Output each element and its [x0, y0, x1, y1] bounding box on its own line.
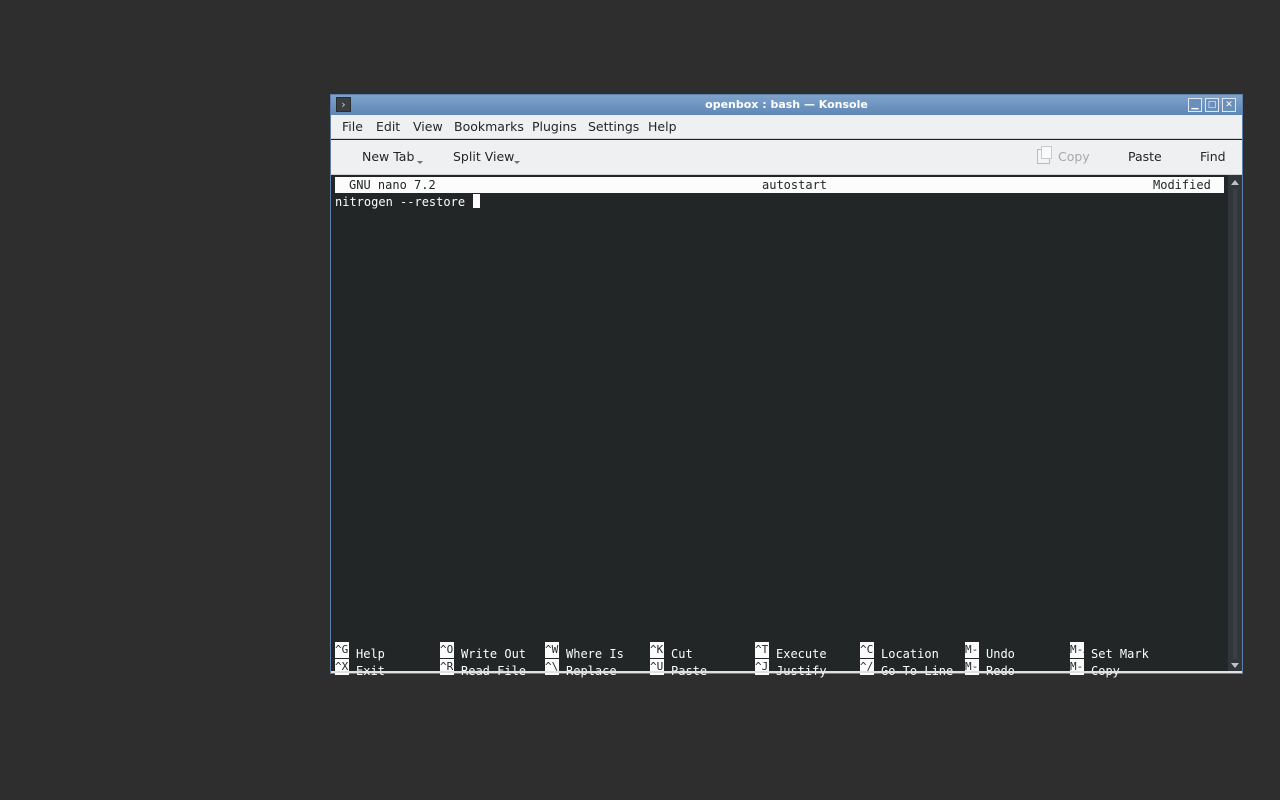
shortcut-location: ^C Location — [860, 642, 939, 661]
scroll-up-arrow-icon[interactable] — [1231, 180, 1239, 185]
paste-button[interactable]: Paste — [1128, 140, 1162, 173]
nano-version: GNU nano 7.2 — [349, 178, 436, 192]
shortcut-write-out: ^O Write Out — [440, 642, 526, 661]
menu-view[interactable]: View — [413, 115, 443, 138]
maximize-button[interactable]: □ — [1205, 98, 1219, 112]
shortcut-where-is: ^W Where Is — [545, 642, 624, 661]
editor-line-text: nitrogen --restore — [335, 195, 473, 209]
nano-title-bar: GNU nano 7.2 autostart Modified — [335, 177, 1224, 193]
shortcut-key: M-U — [965, 642, 979, 658]
shortcut-cut: ^K Cut — [650, 642, 693, 661]
menu-file[interactable]: File — [342, 115, 363, 138]
new-tab-dropdown-icon[interactable] — [417, 161, 423, 164]
shortcut-help: ^G Help — [335, 642, 385, 661]
shortcut-key: ^C — [860, 642, 874, 658]
shortcut-execute: ^T Execute — [755, 642, 827, 661]
shortcut-undo: M-UUndo — [965, 642, 1015, 661]
editor-line[interactable]: nitrogen --restore — [335, 194, 481, 210]
terminal-view[interactable]: GNU nano 7.2 autostart Modified nitrogen… — [331, 175, 1228, 678]
shortcut-key: ^G — [335, 642, 349, 658]
scrollbar-track[interactable] — [1233, 189, 1237, 659]
nano-filename: autostart — [762, 178, 828, 192]
close-button[interactable]: ✕ — [1222, 98, 1236, 112]
split-view-dropdown-icon[interactable] — [514, 161, 520, 164]
shortcut-key: ^O — [440, 642, 454, 658]
shortcut-key: M-A — [1070, 642, 1084, 658]
horizontal-divider — [331, 671, 1242, 673]
text-cursor — [473, 194, 481, 208]
find-button[interactable]: Find — [1200, 140, 1226, 173]
nano-status: Modified — [1153, 178, 1211, 192]
menu-settings[interactable]: Settings — [588, 115, 639, 138]
shortcut-key: ^K — [650, 642, 664, 658]
window-title: openbox : bash — Konsole — [705, 98, 868, 111]
menu-bar: File Edit View Bookmarks Plugins Setting… — [331, 115, 1242, 139]
menu-edit[interactable]: Edit — [376, 115, 400, 138]
shortcut-key: ^T — [755, 642, 769, 658]
title-bar[interactable]: › openbox : bash — Konsole ▁ □ ✕ — [331, 95, 1242, 115]
copy-button[interactable]: Copy — [1058, 140, 1090, 173]
menu-plugins[interactable]: Plugins — [532, 115, 577, 138]
copy-icon — [1037, 146, 1052, 164]
shortcut-key: ^W — [545, 642, 559, 658]
scroll-down-arrow-icon[interactable] — [1231, 663, 1239, 668]
shortcut-set-mark: M-ASet Mark — [1070, 642, 1149, 661]
new-tab-button[interactable]: New Tab — [362, 140, 414, 173]
menu-bookmarks[interactable]: Bookmarks — [454, 115, 524, 138]
vertical-scrollbar[interactable] — [1228, 175, 1242, 673]
minimize-button[interactable]: ▁ — [1188, 98, 1202, 112]
menu-help[interactable]: Help — [648, 115, 677, 138]
konsole-window: › openbox : bash — Konsole ▁ □ ✕ File Ed… — [330, 94, 1243, 678]
toolbar: New Tab Split View Copy Paste Find — [331, 140, 1242, 175]
split-view-button[interactable]: Split View — [453, 140, 514, 173]
